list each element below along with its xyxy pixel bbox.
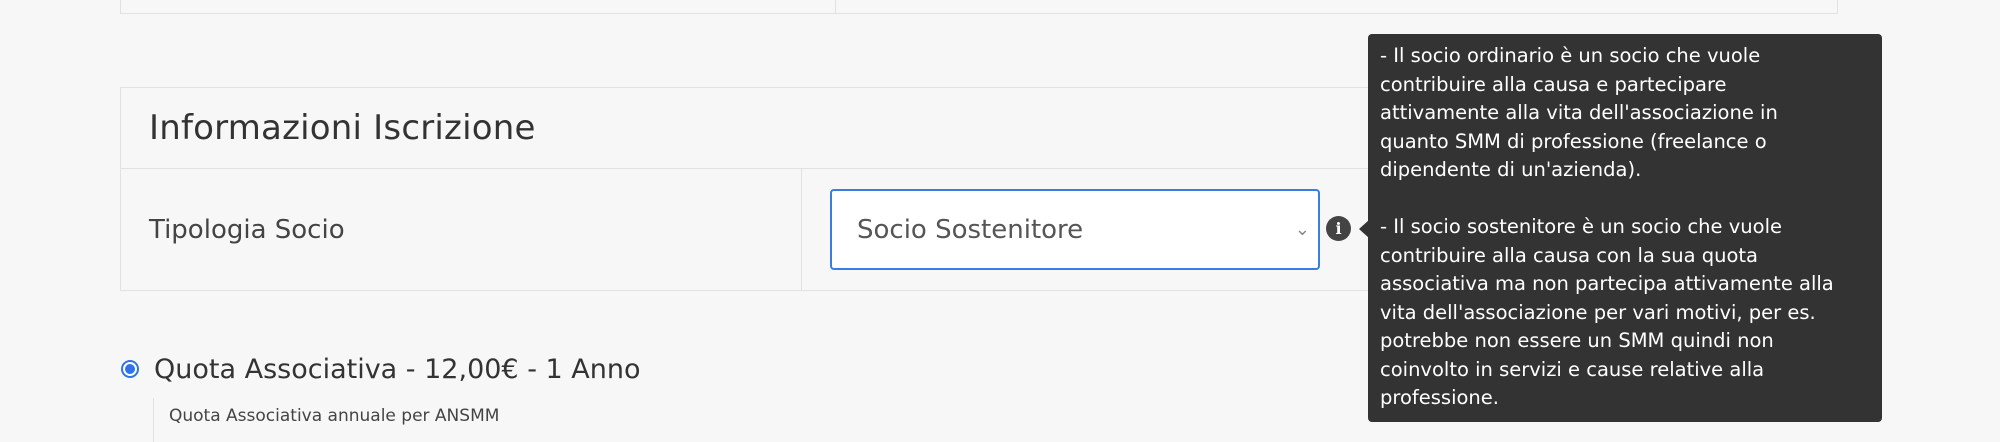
member-type-select[interactable]: Socio Sostenitore ⌄ — [830, 189, 1320, 270]
membership-fee-radio[interactable] — [121, 360, 139, 378]
tooltip-spacer — [1380, 185, 1870, 214]
member-type-label: Tipologia Socio — [149, 214, 345, 245]
membership-fee-description: Quota Associativa annuale per ANSMM — [153, 398, 499, 442]
page: Informazioni Iscrizione Tipologia Socio … — [0, 0, 2000, 442]
membership-fee-label[interactable]: Quota Associativa - 12,00€ - 1 Anno — [154, 354, 641, 385]
info-icon[interactable]: i — [1326, 216, 1351, 241]
previous-table-bottom — [120, 0, 1838, 14]
member-type-tooltip: - Il socio ordinario è un socio che vuol… — [1368, 34, 1882, 422]
chevron-down-icon: ⌄ — [1294, 219, 1310, 240]
panel-title: Informazioni Iscrizione — [149, 108, 536, 148]
radio-selected-dot — [125, 364, 135, 374]
member-type-select-value: Socio Sostenitore — [857, 214, 1084, 245]
row-column-divider — [801, 169, 802, 290]
table-column-divider — [835, 0, 836, 14]
tooltip-paragraph-ordinary: - Il socio ordinario è un socio che vuol… — [1380, 44, 1778, 181]
tooltip-paragraph-supporter: - Il socio sostenitore è un socio che vu… — [1380, 215, 1834, 409]
